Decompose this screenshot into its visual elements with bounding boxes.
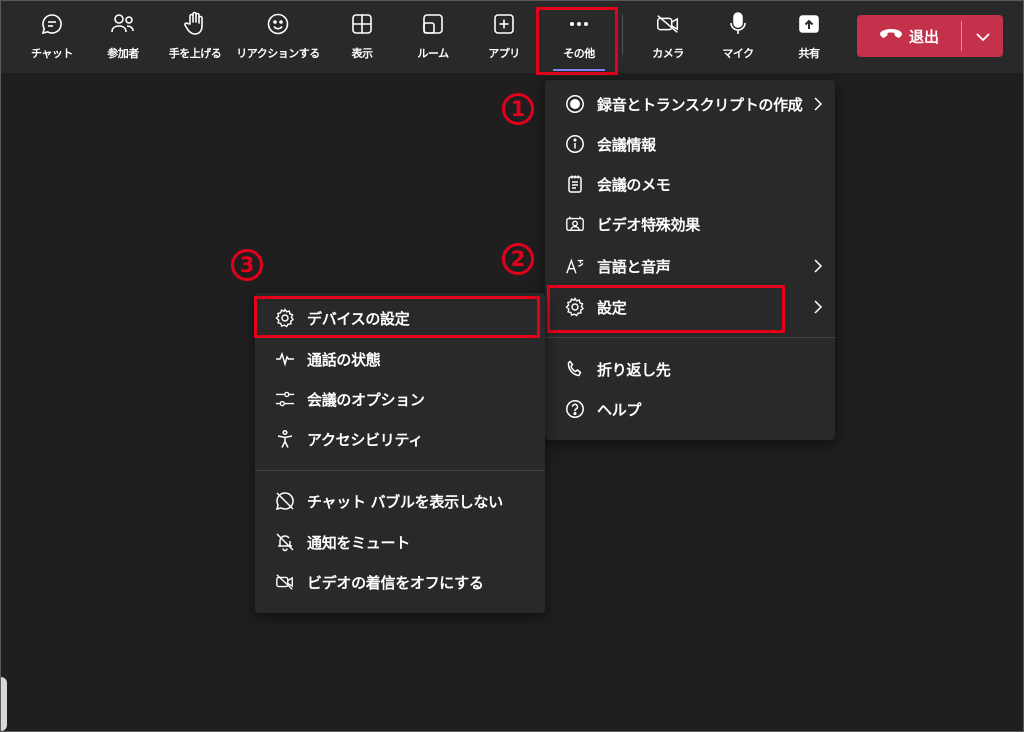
raise-hand-button[interactable]: 手を上げる [162, 7, 228, 67]
people-icon [110, 11, 136, 37]
step-2-number: 2 [502, 243, 534, 275]
notes-icon [565, 174, 585, 194]
submenu-item-call-health-label: 通話の状態 [307, 350, 381, 369]
step-1-number: 1 [502, 93, 534, 125]
leave-button[interactable]: 退出 [857, 15, 961, 57]
hand-icon [182, 11, 208, 37]
submenu-divider [255, 470, 545, 471]
menu-item-language-label: 言語と音声 [597, 257, 671, 276]
menu-item-recording-label: 録音とトランスクリプトの作成 [597, 95, 803, 114]
chevron-down-icon [975, 27, 991, 46]
sliders-icon [275, 389, 295, 409]
apps-label: アプリ [488, 47, 520, 60]
submenu-item-hide-chat-bubbles-label: チャット バブルを表示しない [307, 492, 503, 511]
record-icon [565, 94, 585, 114]
camera-label: カメラ [652, 47, 684, 60]
rooms-label: ルーム [417, 47, 449, 60]
view-button[interactable]: 表示 [329, 7, 395, 67]
chevron-right-icon [813, 96, 823, 116]
video-effects-icon [565, 214, 585, 234]
chevron-right-icon [813, 258, 823, 278]
view-label: 表示 [351, 47, 374, 60]
chat-icon [39, 11, 65, 37]
people-button[interactable]: 参加者 [90, 7, 156, 67]
menu-item-help-label: ヘルプ [597, 400, 642, 419]
react-label: リアクションする [236, 47, 320, 60]
menu-divider [545, 337, 835, 338]
chat-button[interactable]: チャット [19, 7, 85, 67]
menu-item-recording[interactable]: 録音とトランスクリプトの作成 [545, 85, 835, 123]
pulse-icon [275, 349, 295, 369]
meeting-toolbar: チャット 参加者 手を上げる リアクションする 表示 ルーム アプリ その他 カ… [1, 1, 1023, 73]
share-button[interactable]: 共有 [776, 7, 842, 67]
leave-options-dropdown[interactable] [962, 15, 1003, 57]
submenu-item-mute-notifications[interactable]: 通知をミュート [255, 523, 545, 561]
submenu-item-accessibility[interactable]: アクセシビリティ [255, 420, 545, 458]
grid-icon [349, 11, 375, 37]
accessibility-icon [275, 429, 295, 449]
plus-square-icon [491, 11, 517, 37]
menu-item-call-me[interactable]: 折り返し先 [545, 350, 835, 388]
submenu-item-mute-notifications-label: 通知をミュート [307, 533, 410, 552]
mic-label: マイク [722, 47, 754, 60]
chevron-right-icon [813, 299, 823, 319]
highlight-settings-item [547, 285, 785, 333]
menu-item-video-effects-label: ビデオ特殊効果 [597, 215, 700, 234]
menu-item-meeting-info[interactable]: 会議情報 [545, 125, 835, 163]
step-2-marker: 2 [498, 239, 538, 279]
rooms-button[interactable]: ルーム [400, 7, 466, 67]
bell-off-icon [275, 532, 295, 552]
step-3-marker: 3 [227, 245, 267, 285]
hang-up-icon [879, 27, 903, 45]
submenu-item-call-health[interactable]: 通話の状態 [255, 340, 545, 378]
leave-label: 退出 [908, 27, 939, 46]
menu-item-language[interactable]: 言語と音声 [545, 247, 835, 285]
highlight-device-settings-item [254, 296, 540, 338]
step-1-marker: 1 [498, 89, 538, 129]
raise-hand-label: 手を上げる [168, 47, 222, 60]
smile-icon [265, 11, 291, 37]
step-3-number: 3 [231, 249, 263, 281]
leave-button-group: 退出 [857, 15, 1003, 57]
menu-item-call-me-label: 折り返し先 [597, 360, 671, 379]
more-menu: 録音とトランスクリプトの作成 会議情報 会議のメモ ビデオ特殊効果 言語と音声 … [545, 80, 835, 440]
chat-off-icon [275, 491, 295, 511]
share-icon [796, 11, 822, 37]
submenu-item-meeting-options[interactable]: 会議のオプション [255, 380, 545, 418]
people-label: 参加者 [107, 47, 139, 60]
react-button[interactable]: リアクションする [236, 7, 320, 67]
rooms-icon [420, 11, 446, 37]
help-icon [565, 399, 585, 419]
meeting-window: チャット 参加者 手を上げる リアクションする 表示 ルーム アプリ その他 カ… [0, 0, 1024, 732]
toolbar-separator [622, 15, 623, 55]
highlight-more-button [536, 7, 618, 75]
camera-button[interactable]: カメラ [635, 7, 701, 67]
menu-item-video-effects[interactable]: ビデオ特殊効果 [545, 205, 835, 243]
submenu-item-accessibility-label: アクセシビリティ [307, 430, 423, 449]
menu-item-meeting-notes[interactable]: 会議のメモ [545, 165, 835, 203]
submenu-item-meeting-options-label: 会議のオプション [307, 390, 425, 409]
submenu-item-turn-off-video[interactable]: ビデオの着信をオフにする [255, 563, 545, 601]
video-tile-edge [1, 677, 7, 731]
video-off-icon [275, 572, 295, 592]
camera-off-icon [655, 11, 681, 37]
apps-button[interactable]: アプリ [471, 7, 537, 67]
chat-label: チャット [31, 47, 73, 60]
language-icon [565, 256, 585, 276]
info-icon [565, 134, 585, 154]
menu-item-help[interactable]: ヘルプ [545, 390, 835, 428]
settings-submenu: デバイスの設定 通話の状態 会議のオプション アクセシビリティ チャット バブル… [255, 293, 545, 613]
submenu-item-turn-off-video-label: ビデオの着信をオフにする [307, 573, 484, 592]
phone-icon [565, 359, 585, 379]
submenu-item-hide-chat-bubbles[interactable]: チャット バブルを表示しない [255, 482, 545, 520]
mic-button[interactable]: マイク [705, 7, 771, 67]
menu-item-meeting-info-label: 会議情報 [597, 135, 656, 154]
mic-icon [725, 11, 751, 37]
menu-item-meeting-notes-label: 会議のメモ [597, 175, 671, 194]
share-label: 共有 [798, 47, 821, 60]
